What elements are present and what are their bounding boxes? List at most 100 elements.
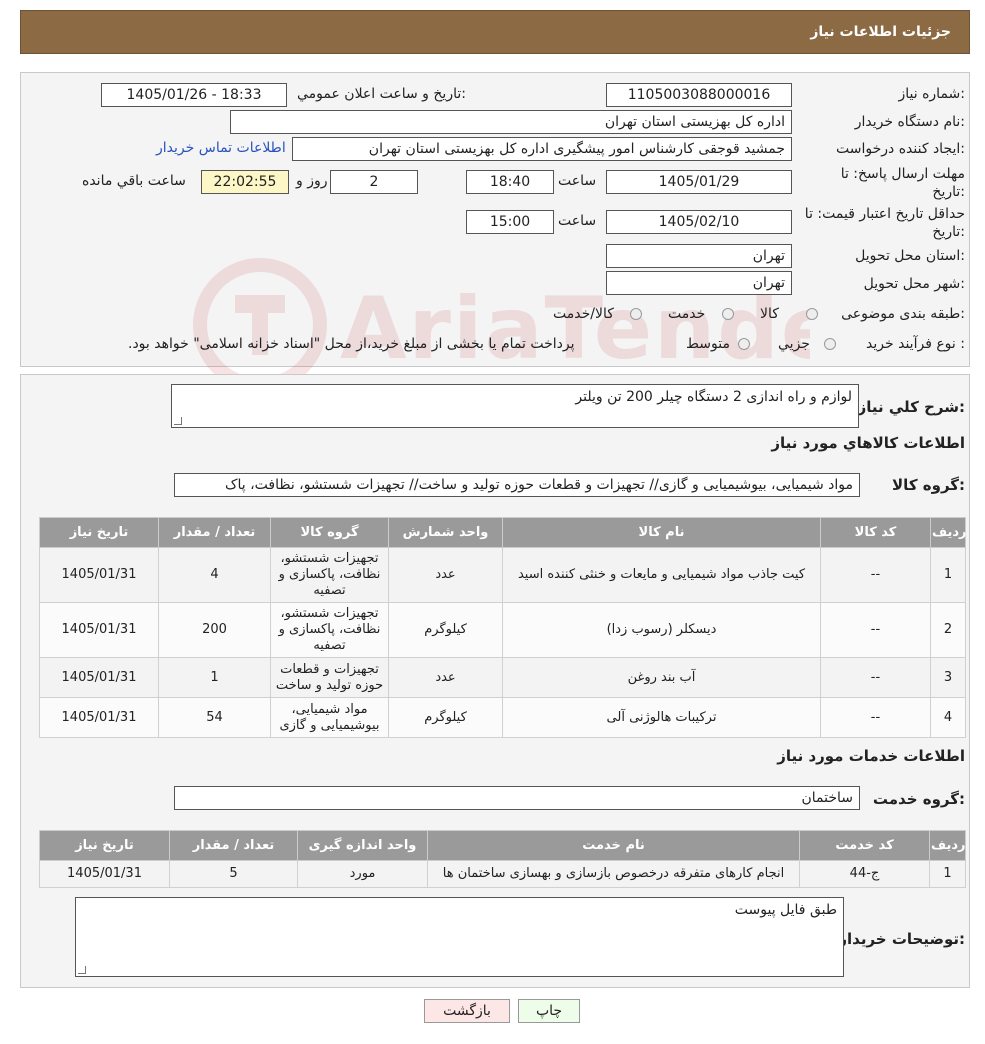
remaining-label: ساعت باقي مانده xyxy=(82,173,186,189)
goods-group: مواد شیمیایی، بیوشیمیایی و گازی xyxy=(270,697,389,738)
unit: کیلوگرم xyxy=(388,602,503,658)
unit: عدد xyxy=(388,657,503,698)
validity-date-field: 1405/02/10 xyxy=(606,210,792,234)
col-goods-code: کد کالا xyxy=(820,517,931,548)
category-both-radio[interactable] xyxy=(630,308,642,320)
col-service-code: کد خدمت xyxy=(799,830,930,861)
services-section-title: اطلاعات خدمات مورد نیاز xyxy=(777,747,965,765)
buyer-org-field: اداره کل بهزیستی استان تهران xyxy=(230,110,792,134)
category-service-label: خدمت xyxy=(668,306,706,322)
validity-label-2: تاریخ: xyxy=(932,224,965,240)
quantity: 5 xyxy=(169,860,298,888)
table-row: 1405/01/31 200 تجهیزات شستشو، نظافت، پاک… xyxy=(39,602,966,658)
unit: مورد xyxy=(297,860,428,888)
services-group-label: گروه خدمت: xyxy=(872,790,965,808)
quantity: 54 xyxy=(158,697,271,738)
announce-field: 1405/01/26 - 18:33 xyxy=(101,83,287,107)
creator-label: ایجاد کننده درخواست: xyxy=(836,141,965,157)
buyer-contact-link[interactable]: اطلاعات تماس خریدار xyxy=(156,140,286,156)
col-unit: واحد شمارش xyxy=(388,517,503,548)
need-number-field: 1105003088000016 xyxy=(606,83,792,107)
goods-group: تجهیزات و قطعات حوزه تولید و ساخت xyxy=(270,657,389,698)
remaining-time-field: 22:02:55 xyxy=(201,170,289,194)
buyer-notes-textarea[interactable]: طبق فایل پیوست xyxy=(75,897,844,977)
process-medium-label: متوسط xyxy=(686,336,730,352)
goods-table-wrapper: تاریخ نیاز تعداد / مقدار گروه کالا واحد … xyxy=(39,517,967,738)
goods-table-header: تاریخ نیاز تعداد / مقدار گروه کالا واحد … xyxy=(39,517,967,548)
service-code: ج-44 xyxy=(799,860,930,888)
category-service-radio[interactable] xyxy=(722,308,734,320)
goods-code: -- xyxy=(820,602,931,658)
process-label: نوع فرآیند خرید : xyxy=(866,336,965,352)
goods-group-label: گروه کالا: xyxy=(892,476,965,494)
col-goods-group: گروه کالا xyxy=(270,517,389,548)
category-both-label: کالا/خدمت xyxy=(553,306,614,322)
quantity: 4 xyxy=(158,547,271,603)
need-number-label: شماره نیاز: xyxy=(898,86,965,102)
process-small-radio[interactable] xyxy=(824,338,836,350)
creator-field: جمشید قوجقی کارشناس امور پیشگیری اداره ک… xyxy=(292,137,792,161)
col-goods-name: نام کالا xyxy=(502,517,821,548)
province-field: تهران xyxy=(606,244,792,268)
need-date: 1405/01/31 xyxy=(39,860,170,888)
row-number: 4 xyxy=(930,697,966,738)
back-button[interactable]: بازگشت xyxy=(424,999,510,1023)
validity-time-field: 15:00 xyxy=(466,210,554,234)
col-need-date: تاریخ نیاز xyxy=(39,517,159,548)
goods-name: ترکیبات هالوژنی آلی xyxy=(502,697,821,738)
table-row: 1405/01/31 1 تجهیزات و قطعات حوزه تولید … xyxy=(39,657,966,698)
validity-time-label: ساعت xyxy=(558,213,597,229)
col-quantity: تعداد / مقدار xyxy=(158,517,271,548)
process-small-label: جزیي xyxy=(778,336,810,352)
resize-grip-icon[interactable] xyxy=(174,417,182,425)
quantity: 200 xyxy=(158,602,271,658)
validity-label: حداقل تاریخ اعتبار قیمت: تا xyxy=(804,206,965,222)
resize-grip-icon[interactable] xyxy=(78,966,86,974)
goods-name: دیسکلر (رسوب زدا) xyxy=(502,602,821,658)
description-textarea[interactable]: لوازم و راه اندازی 2 دستگاه چیلر 200 تن … xyxy=(171,384,859,428)
buyer-notes-label: توضیحات خریدار: xyxy=(838,930,965,948)
deadline-time-label: ساعت xyxy=(558,173,597,189)
need-date: 1405/01/31 xyxy=(39,697,159,738)
deadline-time-field: 18:40 xyxy=(466,170,554,194)
category-goods-label: کالا xyxy=(760,306,779,322)
goods-code: -- xyxy=(820,657,931,698)
col-row: ردیف xyxy=(930,517,967,548)
buyer-org-label: نام دستگاه خریدار: xyxy=(854,114,965,130)
need-date: 1405/01/31 xyxy=(39,657,159,698)
goods-section-title: اطلاعات کالاهاي مورد نیاز xyxy=(771,434,965,452)
deadline-label-2: تاریخ: xyxy=(932,184,965,200)
row-number: 1 xyxy=(929,860,966,888)
row-number: 1 xyxy=(930,547,966,603)
days-field: 2 xyxy=(330,170,418,194)
row-number: 3 xyxy=(930,657,966,698)
process-medium-radio[interactable] xyxy=(738,338,750,350)
category-label: طبقه بندی موضوعی: xyxy=(841,306,965,322)
city-field: تهران xyxy=(606,271,792,295)
table-row: 1405/01/31 5 مورد انجام کارهای متفرقه در… xyxy=(39,860,966,888)
row-number: 2 xyxy=(930,602,966,658)
services-table-header: تاریخ نیاز تعداد / مقدار واحد اندازه گیر… xyxy=(39,830,966,861)
goods-name: آب بند روغن xyxy=(502,657,821,698)
unit: عدد xyxy=(388,547,503,603)
services-table: تاریخ نیاز تعداد / مقدار واحد اندازه گیر… xyxy=(39,830,966,888)
services-table-wrapper: تاریخ نیاز تعداد / مقدار واحد اندازه گیر… xyxy=(39,830,966,888)
deadline-label: مهلت ارسال پاسخ: تا xyxy=(840,166,965,182)
unit: کیلوگرم xyxy=(388,697,503,738)
deadline-date-field: 1405/01/29 xyxy=(606,170,792,194)
need-date: 1405/01/31 xyxy=(39,602,159,658)
days-label: روز و xyxy=(296,173,328,189)
page-title: جزئیات اطلاعات نیاز xyxy=(810,24,951,40)
goods-table: تاریخ نیاز تعداد / مقدار گروه کالا واحد … xyxy=(39,517,967,738)
table-row: 1405/01/31 4 تجهیزات شستشو، نظافت، پاکسا… xyxy=(39,547,966,603)
process-note: پرداخت تمام یا بخشی از مبلغ خرید،از محل … xyxy=(128,336,575,352)
col-unit: واحد اندازه گیری xyxy=(297,830,428,861)
table-row: 1405/01/31 54 مواد شیمیایی، بیوشیمیایی و… xyxy=(39,697,966,738)
page-header: جزئیات اطلاعات نیاز xyxy=(20,10,970,54)
goods-group-field: مواد شیمیایی، بیوشیمیایی و گازی// تجهیزا… xyxy=(174,473,860,497)
goods-group: تجهیزات شستشو، نظافت، پاکسازی و تصفیه xyxy=(270,602,389,658)
category-goods-radio[interactable] xyxy=(806,308,818,320)
col-quantity: تعداد / مقدار xyxy=(169,830,298,861)
col-service-name: نام خدمت xyxy=(427,830,800,861)
print-button[interactable]: چاپ xyxy=(518,999,580,1023)
